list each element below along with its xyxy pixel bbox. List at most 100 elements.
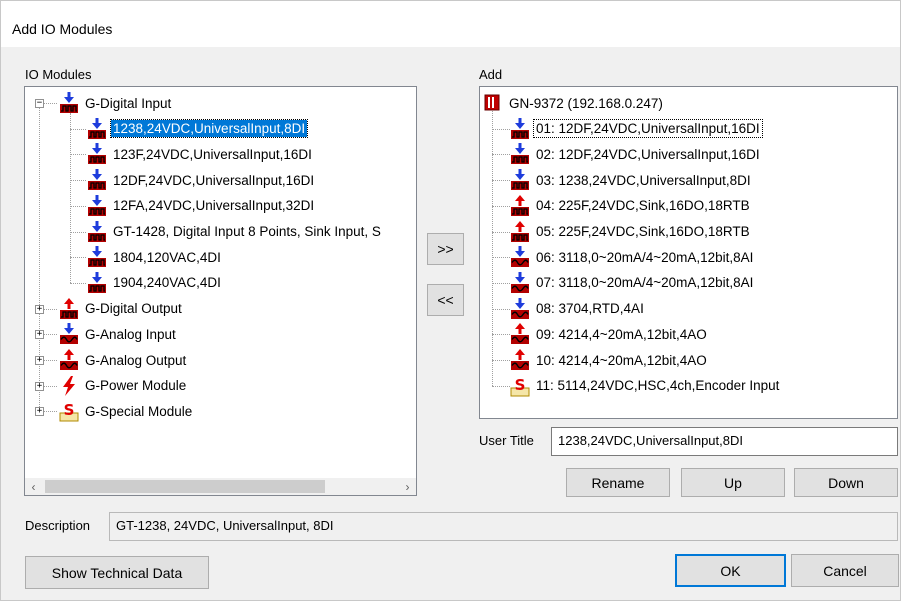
tree-item-label: 06: 3118,0~20mA/4~20mA,12bit,8AI [536,249,754,265]
tree-item-label: 02: 12DF,24VDC,UniversalInput,16DI [536,146,760,162]
tree-connector-line [492,180,510,182]
digital-input-icon [86,246,108,268]
scrollbar-thumb[interactable] [45,480,325,493]
tree-connector-line [70,231,86,233]
horizontal-scrollbar[interactable]: ‹ › [25,478,416,495]
tree-connector-line [492,334,510,336]
digital-input-icon [86,272,108,294]
tree-module-item[interactable]: 1904,240VAC,4DI [86,271,223,295]
tree-item-label: 07: 3118,0~20mA/4~20mA,12bit,8AI [536,275,754,291]
tree-item-label: G-Analog Output [85,352,187,368]
tree-item-label: 12DF,24VDC,UniversalInput,16DI [113,172,315,188]
scroll-left-icon[interactable]: ‹ [25,478,42,495]
tree-item-label: G-Analog Input [85,326,176,342]
tree-connector-line [492,231,510,233]
svg-text:S: S [515,376,526,394]
digital-input-icon [509,118,531,140]
tree-root-gateway[interactable]: GN-9372 (192.168.0.247) [482,91,665,115]
tree-item-label: 01: 12DF,24VDC,UniversalInput,16DI [533,119,763,139]
digital-output-icon [509,221,531,243]
ok-button[interactable]: OK [675,554,786,587]
tree-group-item[interactable]: G-Digital Output [58,297,184,321]
window-title: Add IO Modules [12,21,113,37]
added-module-item[interactable]: 07: 3118,0~20mA/4~20mA,12bit,8AI [509,271,755,295]
description-label: Description [25,518,91,533]
gateway-icon [482,92,504,114]
add-io-modules-dialog: Add IO Modules IO Modules − G-Digital Inp… [0,0,901,601]
remove-module-button[interactable]: << [427,284,464,316]
down-button[interactable]: Down [794,468,898,497]
tree-item-label: G-Digital Input [85,95,172,111]
tree-module-item[interactable]: 12DF,24VDC,UniversalInput,16DI [86,168,316,192]
tree-module-item[interactable]: GT-1428, Digital Input 8 Points, Sink In… [86,220,383,244]
special-module-icon: S [58,400,80,422]
tree-group-item[interactable]: G-Analog Input [58,322,178,346]
tree-item-label: GT-1428, Digital Input 8 Points, Sink In… [113,224,381,239]
tree-item-label: 11: 5114,24VDC,HSC,4ch,Encoder Input [536,378,780,394]
tree-module-item[interactable]: 1238,24VDC,UniversalInput,8DI [86,117,309,141]
added-modules-tree[interactable]: GN-9372 (192.168.0.247) 01: 12DF,24VDC,Un… [479,86,898,419]
added-module-item[interactable]: S 11: 5114,24VDC,HSC,4ch,Encoder Input [509,374,781,398]
expand-toggle[interactable]: + [35,407,44,417]
tree-connector-line [492,308,510,310]
rename-button[interactable]: Rename [566,468,670,497]
added-module-item[interactable]: 10: 4214,4~20mA,12bit,4AO [509,348,709,372]
added-module-item[interactable]: 01: 12DF,24VDC,UniversalInput,16DI [509,117,763,141]
tree-item-label: 05: 225F,24VDC,Sink,16DO,18RTB [536,224,750,239]
digital-input-icon [509,143,531,165]
tree-group-item[interactable]: G-Digital Input [58,91,173,115]
add-module-button[interactable]: >> [427,233,464,265]
digital-output-icon [58,298,80,320]
tree-connector-line [70,257,86,259]
add-label: Add [479,67,503,82]
analog-output-icon [58,349,80,371]
added-module-item[interactable]: 05: 225F,24VDC,Sink,16DO,18RTB [509,220,752,244]
tree-module-item[interactable]: 12FA,24VDC,UniversalInput,32DI [86,194,316,218]
power-module-icon [58,375,80,397]
tree-connector-line [70,205,86,207]
expand-toggle[interactable]: + [35,381,44,391]
io-modules-label: IO Modules [25,67,92,82]
expand-toggle[interactable]: + [35,304,44,314]
show-technical-data-button[interactable]: Show Technical Data [25,556,209,589]
user-title-input[interactable]: 1238,24VDC,UniversalInput,8DI [551,427,898,456]
tree-group-item[interactable]: G-Power Module [58,374,188,398]
tree-module-item[interactable]: 123F,24VDC,UniversalInput,16DI [86,142,314,166]
expand-toggle[interactable]: + [35,356,44,365]
added-module-item[interactable]: 04: 225F,24VDC,Sink,16DO,18RTB [509,194,752,218]
tree-connector-line [70,282,86,284]
tree-item-label: 1238,24VDC,UniversalInput,8DI [109,119,309,139]
scroll-right-icon[interactable]: › [399,478,416,495]
digital-input-icon [86,118,108,140]
digital-output-icon [509,195,531,217]
tree-group-item[interactable]: S G-Special Module [58,399,194,423]
tree-connector-line [70,128,86,130]
tree-connector-line [492,282,510,284]
digital-input-icon [86,169,108,191]
expand-toggle[interactable]: + [35,330,44,340]
added-module-item[interactable]: 03: 1238,24VDC,UniversalInput,8DI [509,168,753,192]
io-modules-tree[interactable]: − G-Digital Input 1238,24VDC,UniversalInpu… [24,86,417,496]
digital-input-icon [509,169,531,191]
tree-item-label: 03: 1238,24VDC,UniversalInput,8DI [536,172,751,188]
added-module-item[interactable]: 02: 12DF,24VDC,UniversalInput,16DI [509,142,762,166]
tree-item-label: 1904,240VAC,4DI [113,275,221,291]
tree-item-label: 123F,24VDC,UniversalInput,16DI [113,146,312,162]
tree-item-label: 08: 3704,RTD,4AI [536,301,644,317]
tree-item-label: 10: 4214,4~20mA,12bit,4AO [536,352,707,368]
tree-item-label: GN-9372 (192.168.0.247) [509,95,663,111]
special-module-icon: S [509,375,531,397]
tree-connector-line [39,103,40,412]
digital-input-icon [86,195,108,217]
added-module-item[interactable]: 06: 3118,0~20mA/4~20mA,12bit,8AI [509,245,755,269]
tree-group-item[interactable]: G-Analog Output [58,348,188,372]
tree-module-item[interactable]: 1804,120VAC,4DI [86,245,223,269]
tree-item-label: G-Power Module [85,378,187,394]
analog-input-icon [58,323,80,345]
added-module-item[interactable]: 09: 4214,4~20mA,12bit,4AO [509,322,709,346]
up-button[interactable]: Up [681,468,785,497]
tree-item-label: G-Special Module [85,403,193,419]
added-module-item[interactable]: 08: 3704,RTD,4AI [509,297,646,321]
cancel-button[interactable]: Cancel [791,554,899,587]
collapse-toggle[interactable]: − [35,99,44,108]
